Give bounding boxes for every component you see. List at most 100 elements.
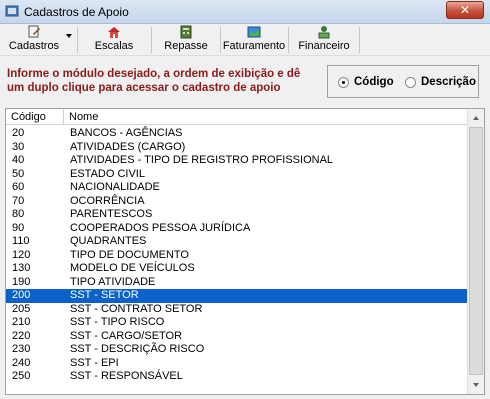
list-item-name: OCORRÊNCIA	[70, 194, 145, 207]
escalas-button[interactable]: Escalas	[80, 24, 148, 56]
list-item-code: 205	[12, 302, 31, 315]
list-item-code: 250	[12, 370, 31, 382]
list-item-name: COOPERADOS PESSOA JURÍDICA	[70, 221, 251, 234]
list-header: Código Nome	[6, 109, 468, 125]
vertical-scrollbar[interactable]	[467, 109, 484, 394]
cadastros-dropdown-arrow-icon[interactable]	[66, 34, 72, 38]
financeiro-button[interactable]: Financeiro	[290, 24, 358, 56]
scroll-down-icon	[473, 383, 479, 387]
list-item-name: SST - EPI	[70, 356, 119, 369]
list-item[interactable]: 50 ESTADO CIVIL	[6, 168, 468, 182]
repasse-button[interactable]: Repasse	[154, 24, 218, 56]
list-item-name: SST - SETOR	[70, 289, 139, 301]
faturamento-button[interactable]: Faturamento	[222, 24, 286, 56]
list-item[interactable]: 90 COOPERADOS PESSOA JURÍDICA	[6, 222, 468, 236]
scroll-down-button[interactable]	[468, 377, 484, 394]
list-item[interactable]: 230 SST - DESCRIÇÃO RISCO	[6, 343, 468, 357]
list-rows: 20 BANCOS - AGÊNCIAS 30 ATIVIDADES (CARGO) 4…	[6, 127, 468, 384]
list-item[interactable]: 240 SST - EPI	[6, 357, 468, 371]
window-title: Cadastros de Apoio	[24, 5, 129, 19]
list-item-name: ESTADO CIVIL	[70, 167, 145, 180]
list-item-code: 200	[12, 289, 31, 301]
faturamento-icon	[247, 26, 261, 38]
list-item[interactable]: 20 BANCOS - AGÊNCIAS	[6, 127, 468, 141]
list-item-name: SST - CONTRATO SETOR	[70, 302, 203, 315]
list-item[interactable]: 220 SST - CARGO/SETOR	[6, 330, 468, 344]
list-item[interactable]: 80 PARENTESCOS	[6, 208, 468, 222]
toolbar-separator	[77, 27, 78, 53]
list-item-name: SST - RESPONSÁVEL	[70, 370, 183, 382]
list-item[interactable]: 70 OCORRÊNCIA	[6, 195, 468, 209]
app-icon	[5, 5, 19, 17]
list-item[interactable]: 60 NACIONALIDADE	[6, 181, 468, 195]
list-item-code: 20	[12, 127, 25, 139]
sort-descricao-radio[interactable]	[405, 77, 416, 88]
list-item[interactable]: 190 TIPO ATIVIDADE	[6, 276, 468, 290]
sort-codigo-radio[interactable]	[338, 77, 349, 88]
column-header-codigo[interactable]: Código	[6, 109, 64, 125]
cadastros-button[interactable]: Cadastros	[2, 24, 66, 56]
list-item-code: 120	[12, 248, 31, 261]
faturamento-label: Faturamento	[222, 40, 286, 52]
sort-descricao-label[interactable]: Descrição	[421, 76, 476, 88]
toolbar-separator	[151, 27, 152, 53]
scroll-up-icon	[473, 116, 479, 120]
repasse-label: Repasse	[164, 40, 208, 52]
list-item-name: SST - TIPO RISCO	[70, 316, 165, 328]
list-item-name: TIPO DE DOCUMENTO	[70, 248, 189, 261]
list-item-name: SST - DESCRIÇÃO RISCO	[70, 343, 205, 355]
escalas-icon	[108, 27, 120, 38]
close-button[interactable]: ✕	[446, 1, 484, 19]
list-item[interactable]: 250 SST - RESPONSÁVEL	[6, 370, 468, 384]
list-item-name: BANCOS - AGÊNCIAS	[70, 127, 183, 139]
cadastros-apoio-window: Cadastros de Apoio ✕ Cadastros Escalas R…	[0, 0, 490, 399]
list-item-code: 130	[12, 262, 31, 274]
list-item[interactable]: 110 QUADRANTES	[6, 235, 468, 249]
toolbar: Cadastros Escalas Repasse Faturamento Fi…	[0, 24, 490, 56]
list-item[interactable]: 205 SST - CONTRATO SETOR	[6, 303, 468, 317]
scroll-up-button[interactable]	[468, 109, 484, 126]
list-item-name: NACIONALIDADE	[70, 181, 160, 193]
toolbar-separator	[288, 27, 289, 53]
sort-order-group: Código Descrição	[327, 65, 479, 98]
sort-codigo-label[interactable]: Código	[354, 76, 394, 88]
list-item-name: ATIVIDADES - TIPO DE REGISTRO PROFISSION…	[70, 154, 334, 166]
list-item-code: 50	[12, 167, 25, 180]
list-item[interactable]: 210 SST - TIPO RISCO	[6, 316, 468, 330]
toolbar-separator	[359, 27, 360, 53]
title-bar[interactable]: Cadastros de Apoio ✕	[0, 0, 490, 24]
list-item-code: 70	[12, 194, 25, 207]
column-header-nome[interactable]: Nome	[64, 109, 468, 125]
list-item-name: ATIVIDADES (CARGO)	[70, 140, 186, 153]
list-item-code: 80	[12, 208, 25, 220]
list-item-name: PARENTESCOS	[70, 208, 153, 220]
repasse-icon	[180, 25, 192, 39]
list-item-name: SST - CARGO/SETOR	[70, 329, 183, 342]
list-item-code: 60	[12, 181, 25, 193]
list-item-name: QUADRANTES	[70, 235, 147, 247]
list-item-code: 220	[12, 329, 31, 342]
list-item[interactable]: 130 MODELO DE VEÍCULOS	[6, 262, 468, 276]
list-item-code: 240	[12, 356, 31, 369]
financeiro-label: Financeiro	[298, 40, 350, 52]
list-item-code: 110	[12, 235, 30, 247]
support-registry-list[interactable]: Código Nome 20 BANCOS - AGÊNCIAS 30 ATIVIDA…	[5, 108, 485, 395]
list-item-code: 230	[12, 343, 31, 355]
list-item[interactable]: 40 ATIVIDADES - TIPO DE REGISTRO PROFISSI…	[6, 154, 468, 168]
list-item[interactable]: 200 SST - SETOR	[6, 289, 468, 303]
list-item-code: 40	[12, 154, 25, 166]
list-item-name: MODELO DE VEÍCULOS	[70, 262, 195, 274]
cadastros-icon	[28, 25, 40, 38]
list-item-code: 30	[12, 140, 25, 153]
escalas-label: Escalas	[94, 40, 134, 52]
scroll-thumb[interactable]	[469, 127, 483, 375]
list-item[interactable]: 30 ATIVIDADES (CARGO)	[6, 141, 468, 155]
list-item-code: 190	[12, 275, 31, 288]
toolbar-separator	[220, 27, 221, 53]
list-item-code: 90	[12, 221, 25, 234]
cadastros-label: Cadastros	[8, 40, 60, 52]
list-item[interactable]: 120 TIPO DE DOCUMENTO	[6, 249, 468, 263]
financeiro-icon	[318, 26, 330, 39]
list-item-name: TIPO ATIVIDADE	[70, 275, 156, 288]
list-item-code: 210	[12, 316, 31, 328]
